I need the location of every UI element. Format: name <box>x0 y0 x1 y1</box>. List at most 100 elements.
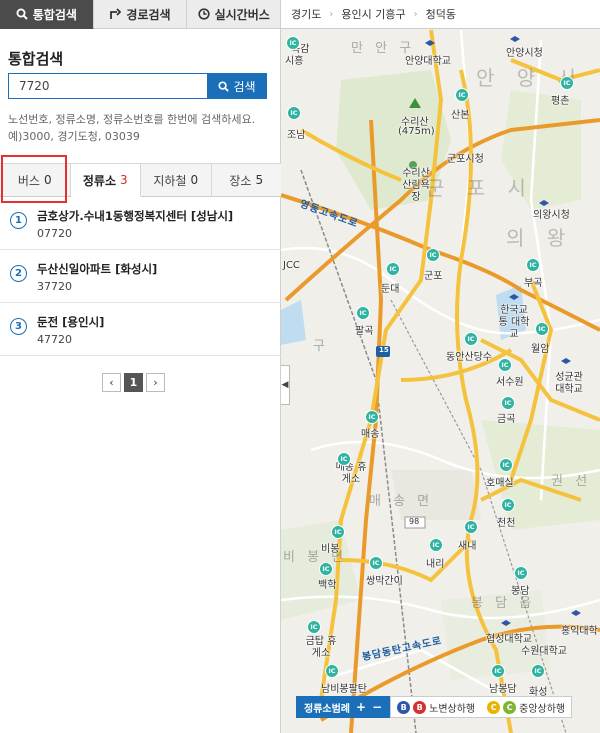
ic-marker[interactable]: IC <box>429 538 443 552</box>
tab-bus[interactable]: 버스 0 <box>0 163 71 196</box>
ic-marker[interactable]: IC <box>526 258 540 272</box>
ic-marker[interactable]: IC <box>498 358 512 372</box>
university-icon <box>571 610 581 616</box>
result-number: 1 <box>10 212 27 229</box>
zoom-in-button[interactable]: + <box>356 700 366 714</box>
breadcrumb-city[interactable]: 용인시 기흥구 <box>341 6 405 22</box>
roadside-label: 노변상하행 <box>429 703 476 715</box>
roadside-up-badge: B <box>397 700 411 714</box>
tab-integrated-search[interactable]: 통합검색 <box>0 0 94 29</box>
stop-range-control[interactable]: 정류소범례 + − <box>296 696 391 718</box>
place-label: 조남 <box>287 130 306 141</box>
map-canvas <box>281 29 600 733</box>
ic-marker[interactable]: IC <box>499 458 513 472</box>
ic-marker[interactable]: IC <box>501 498 515 512</box>
result-number: 2 <box>10 265 27 282</box>
zoom-out-button[interactable]: − <box>372 700 382 714</box>
place-label: 새내 <box>458 541 477 552</box>
ic-marker[interactable]: IC <box>491 664 505 678</box>
tab-label: 버스 <box>17 173 40 188</box>
stop-code: 47720 <box>37 333 72 346</box>
university-icon <box>425 40 435 46</box>
collapse-panel-button[interactable]: ◀ <box>281 365 290 405</box>
ic-marker[interactable]: IC <box>386 262 400 276</box>
ic-marker[interactable]: IC <box>365 410 379 424</box>
prev-page-button[interactable]: ‹ <box>102 373 121 392</box>
stop-name[interactable]: 금호상가.수내1동행정복지센터 [성남시] <box>37 208 233 224</box>
ic-marker[interactable]: IC <box>531 664 545 678</box>
page-1-button[interactable]: 1 <box>124 373 143 392</box>
ic-marker[interactable]: IC <box>369 556 383 570</box>
mountain-height: (475m) <box>398 126 435 137</box>
search-button[interactable]: 검색 <box>207 73 267 99</box>
ic-marker[interactable]: IC <box>535 322 549 336</box>
place-label: 군포시청 <box>447 154 484 165</box>
university-icon <box>501 620 511 626</box>
ic-marker[interactable]: IC <box>464 332 478 346</box>
ic-marker[interactable]: IC <box>514 566 528 580</box>
pagination: ‹ 1 › <box>102 373 165 392</box>
tab-label: 지하철 <box>153 173 187 188</box>
place-label: 동안산당수 <box>446 352 492 363</box>
place-label: 홍익대학 <box>561 626 598 637</box>
place-label: 부곡 <box>524 278 543 289</box>
clock-icon <box>197 8 210 20</box>
place-label: 군포 <box>424 271 443 282</box>
ic-marker[interactable]: IC <box>560 76 574 90</box>
stop-name[interactable]: 둔전 [용인시] <box>37 314 104 330</box>
ic-marker[interactable]: IC <box>501 396 515 410</box>
ic-marker[interactable]: IC <box>286 36 300 50</box>
next-page-button[interactable]: › <box>146 373 165 392</box>
ic-marker[interactable]: IC <box>426 248 440 262</box>
list-item[interactable]: 3 둔전 [용인시] 47720 <box>0 303 281 356</box>
ic-marker[interactable]: IC <box>319 562 333 576</box>
center-up-badge: C <box>487 700 501 714</box>
place-label: 의왕시청 <box>533 210 570 221</box>
ic-marker[interactable]: IC <box>356 306 370 320</box>
roadside-down-badge: B <box>413 700 427 714</box>
ic-marker[interactable]: IC <box>337 452 351 466</box>
place-label: 매송 휴게소 <box>335 462 367 485</box>
route-icon <box>110 8 122 19</box>
tab-stop[interactable]: 정류소 3 <box>70 163 141 197</box>
tab-count: 5 <box>255 173 264 187</box>
ic-marker[interactable]: IC <box>307 620 321 634</box>
district-label: 구 <box>313 339 329 354</box>
breadcrumb-province[interactable]: 경기도 <box>291 6 321 22</box>
university-icon <box>561 358 571 364</box>
route-shield-label: 98 <box>409 517 420 526</box>
ic-marker[interactable]: IC <box>331 525 345 539</box>
search-title: 통합검색 <box>8 50 64 68</box>
place-label: 남봉담 <box>489 684 517 695</box>
ic-marker[interactable]: IC <box>325 664 339 678</box>
ic-marker[interactable]: IC <box>455 88 469 102</box>
result-list: 1 금호상가.수내1동행정복지센터 [성남시] 07720 2 두산신일아파트 … <box>0 197 281 356</box>
tab-subway[interactable]: 지하철 0 <box>141 163 212 196</box>
district-label: 권 선 <box>551 474 592 489</box>
tab-realtime-bus[interactable]: 실시간버스 <box>187 0 281 29</box>
search-input[interactable] <box>8 73 207 99</box>
breadcrumb: 경기도 › 용인시 기흥구 › 청덕동 <box>281 0 600 29</box>
district-label: 매 송 면 <box>369 494 434 509</box>
search-button-label: 검색 <box>233 79 256 94</box>
breadcrumb-dong[interactable]: 청덕동 <box>426 6 456 22</box>
stop-range-label: 정류소범례 <box>304 703 350 715</box>
map-view[interactable]: 15 98 안 양 시 군 포 시 의 왕 만 안 구 매 송 면 봉 담 읍 … <box>281 0 600 733</box>
place-label: 금곡 <box>497 414 516 425</box>
ic-marker[interactable]: IC <box>287 106 301 120</box>
left-panel: 통합검색 경로검색 실시간버스 통합검색 검색 노선번호, 정류소명, 정류소번… <box>0 0 281 733</box>
stop-name[interactable]: 두산신일아파트 [화성시] <box>37 261 157 277</box>
list-item[interactable]: 2 두산신일아파트 [화성시] 37720 <box>0 250 281 303</box>
place-label: 남비봉팔탄 <box>321 684 367 695</box>
chevron-right-icon: › <box>413 8 418 20</box>
list-item[interactable]: 1 금호상가.수내1동행정복지센터 [성남시] 07720 <box>0 197 281 250</box>
tab-route-search[interactable]: 경로검색 <box>93 0 188 29</box>
place-label: 산본 <box>451 110 470 121</box>
tab-place[interactable]: 장소 5 <box>211 163 281 196</box>
tab-count: 3 <box>119 173 128 187</box>
place-label: 천천 <box>497 518 516 529</box>
ic-marker[interactable]: IC <box>464 520 478 534</box>
tab-count: 0 <box>43 173 52 187</box>
tab-label: 경로검색 <box>126 7 171 22</box>
university-icon <box>539 200 549 206</box>
